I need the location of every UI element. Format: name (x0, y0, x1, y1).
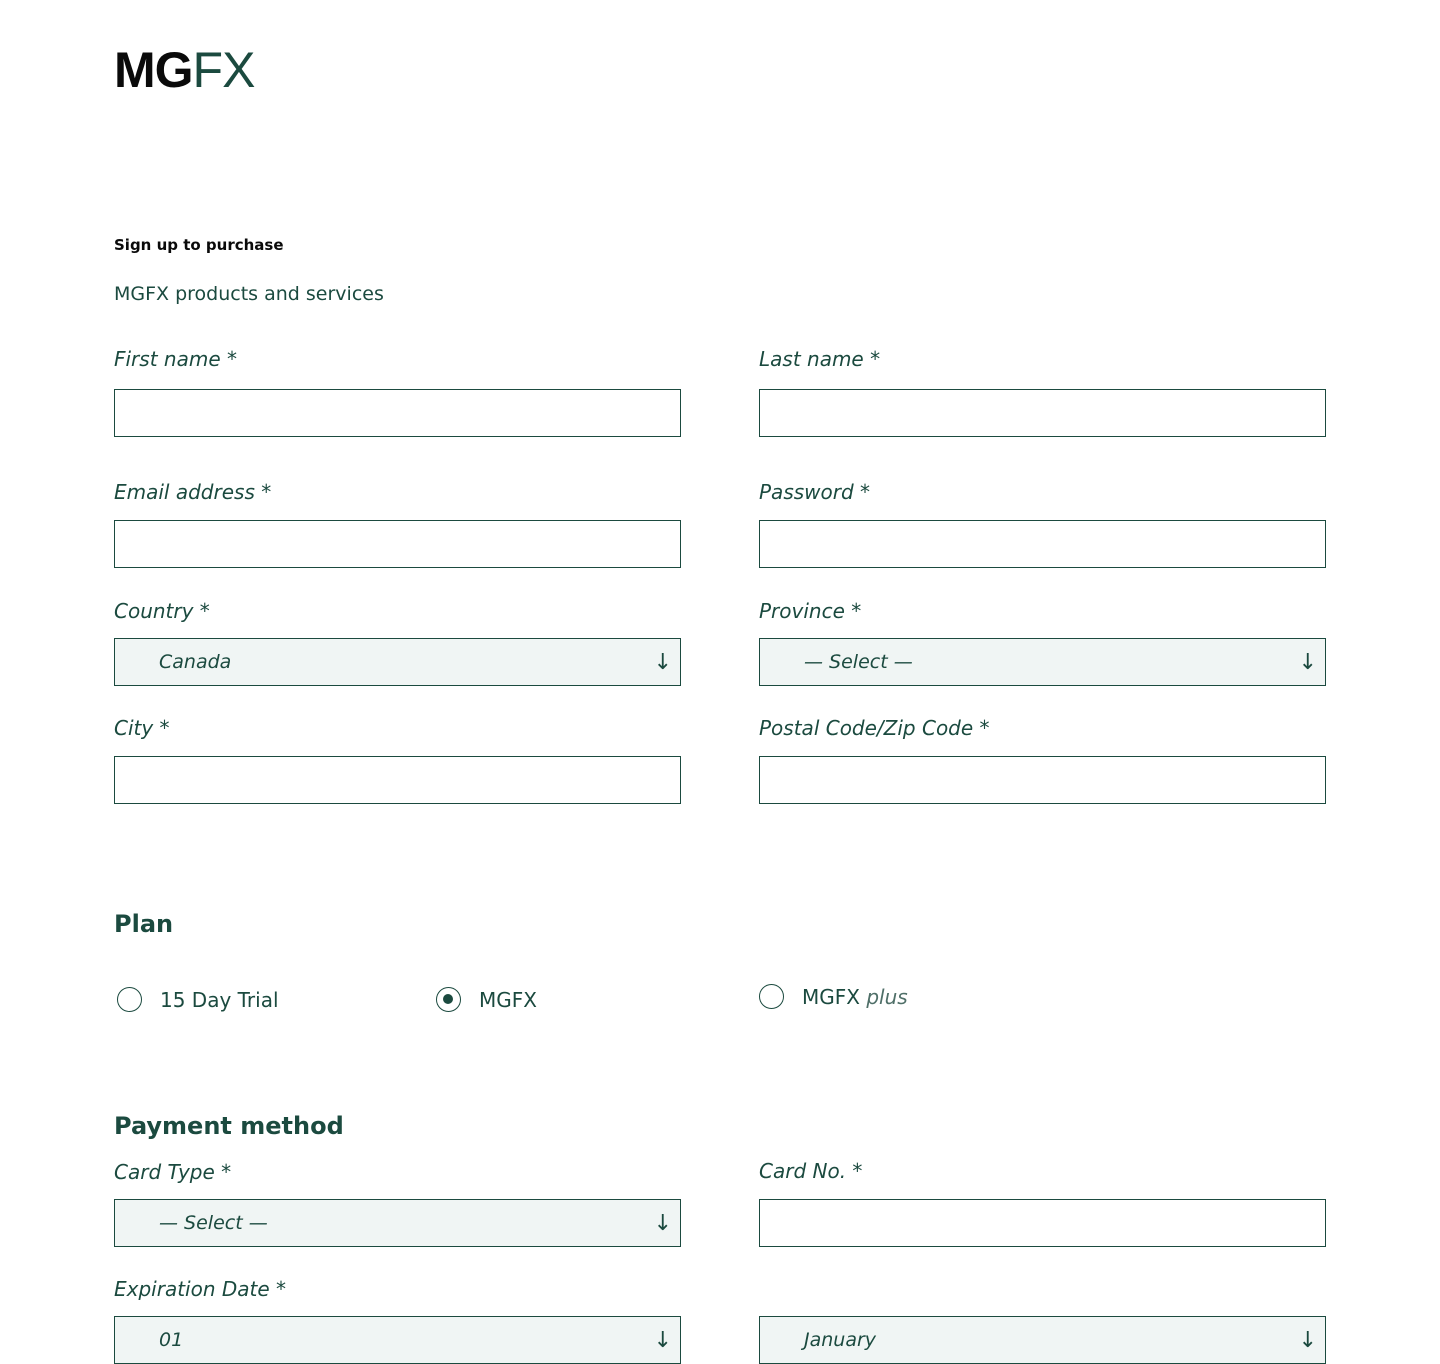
last-name-label: Last name * (759, 347, 881, 371)
plan-option-mgfx[interactable]: MGFX (436, 987, 537, 1012)
logo-light: FX (192, 42, 256, 98)
email-field[interactable] (114, 520, 681, 568)
page-subtitle: MGFX products and services (114, 283, 384, 305)
country-select[interactable]: Canada ↓ (114, 638, 681, 686)
card-number-input[interactable] (760, 1200, 1325, 1246)
city-input[interactable] (115, 757, 680, 803)
plan-option-mgfx-plus[interactable]: MGFX plus (759, 984, 908, 1009)
first-name-input[interactable] (115, 390, 680, 436)
first-name-field[interactable] (114, 389, 681, 437)
postal-code-field[interactable] (759, 756, 1326, 804)
plan-option-suffix: plus (866, 984, 908, 1009)
postal-code-input[interactable] (760, 757, 1325, 803)
last-name-input[interactable] (760, 390, 1325, 436)
plan-option-label: MGFX plus (802, 985, 908, 1009)
password-field[interactable] (759, 520, 1326, 568)
province-label: Province * (759, 599, 862, 623)
radio-icon[interactable] (117, 987, 142, 1012)
card-number-field[interactable] (759, 1199, 1326, 1247)
expiration-day-value: 01 (159, 1329, 184, 1351)
arrow-down-icon: ↓ (653, 1211, 672, 1236)
plan-option-label: 15 Day Trial (160, 987, 279, 1012)
expiration-month-value: January (804, 1329, 877, 1351)
page-eyebrow: Sign up to purchase (114, 236, 284, 254)
country-selected-value: Canada (159, 651, 232, 673)
last-name-field[interactable] (759, 389, 1326, 437)
radio-checked-icon[interactable] (436, 987, 461, 1012)
password-label: Password * (759, 480, 871, 504)
city-label: City * (114, 716, 170, 740)
plan-option-label: MGFX (479, 987, 537, 1012)
plan-title: Plan (114, 910, 174, 938)
plan-option-trial[interactable]: 15 Day Trial (117, 987, 279, 1012)
arrow-down-icon: ↓ (653, 650, 672, 675)
expiration-month-select[interactable]: January ↓ (759, 1316, 1326, 1364)
province-selected-value: — Select — (804, 651, 913, 673)
arrow-down-icon: ↓ (653, 1328, 672, 1353)
email-input[interactable] (115, 521, 680, 567)
card-type-selected-value: — Select — (159, 1212, 268, 1234)
logo: MGFX (114, 40, 256, 100)
country-label: Country * (114, 599, 210, 623)
expiration-day-select[interactable]: 01 ↓ (114, 1316, 681, 1364)
plan-option-name: MGFX (802, 984, 860, 1009)
card-type-select[interactable]: — Select — ↓ (114, 1199, 681, 1247)
arrow-down-icon: ↓ (1298, 650, 1317, 675)
password-input[interactable] (760, 521, 1325, 567)
card-type-label: Card Type * (114, 1160, 232, 1184)
province-select[interactable]: — Select — ↓ (759, 638, 1326, 686)
city-field[interactable] (114, 756, 681, 804)
postal-code-label: Postal Code/Zip Code * (759, 716, 990, 740)
logo-bold: MG (114, 42, 194, 98)
radio-icon[interactable] (759, 984, 784, 1009)
first-name-label: First name * (114, 347, 237, 371)
payment-title: Payment method (114, 1112, 344, 1140)
arrow-down-icon: ↓ (1298, 1328, 1317, 1353)
card-number-label: Card No. * (759, 1159, 863, 1183)
expiration-date-label: Expiration Date * (114, 1277, 287, 1301)
email-label: Email address * (114, 480, 272, 504)
